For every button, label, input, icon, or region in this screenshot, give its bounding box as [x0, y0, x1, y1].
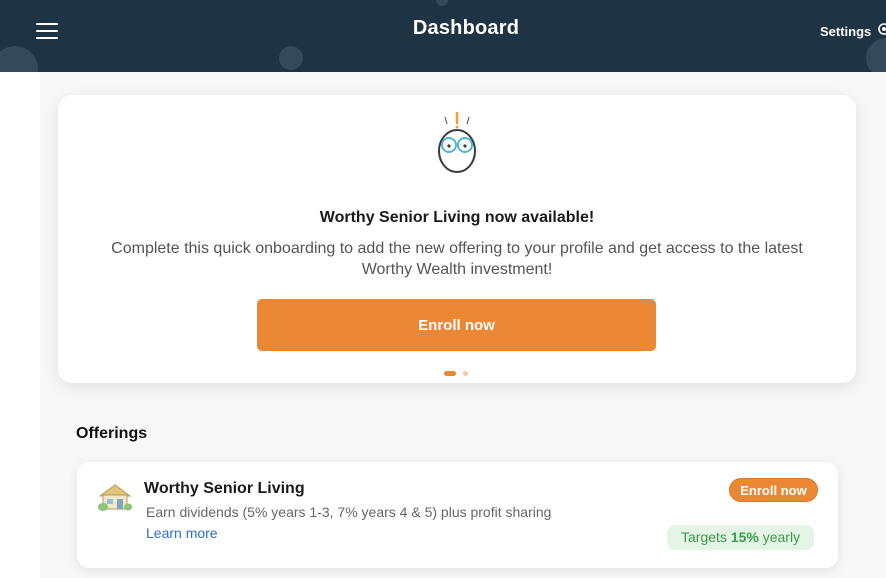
announcement-title: Worthy Senior Living now available!: [319, 209, 595, 226]
settings-button[interactable]: Settings: [820, 22, 886, 41]
page-title: Dashboard: [412, 17, 520, 39]
target-suffix: yearly: [762, 529, 801, 545]
gear-icon: [877, 22, 886, 41]
target-return-badge: Targets 15% yearly: [667, 525, 815, 550]
offering-description: Earn dividends (5% years 1-3, 7% years 4…: [146, 504, 552, 520]
header-decoration: [0, 46, 38, 72]
announcement-card: Worthy Senior Living now available! Comp…: [58, 95, 856, 383]
settings-label: Settings: [820, 24, 872, 39]
offerings-heading: Offerings: [76, 425, 148, 442]
offering-name: Worthy Senior Living: [144, 480, 305, 497]
carousel-dot[interactable]: [463, 371, 468, 376]
enroll-now-button[interactable]: Enroll now: [257, 299, 656, 351]
offering-card: Worthy Senior Living Earn dividends (5% …: [77, 462, 838, 568]
header-decoration: [279, 46, 303, 70]
target-value: 15%: [730, 529, 759, 545]
target-prefix: Targets: [681, 529, 727, 545]
offering-enroll-button[interactable]: Enroll now: [729, 478, 818, 502]
top-header: Dashboard Settings: [0, 0, 886, 72]
announcement-text: Complete this quick onboarding to add th…: [111, 240, 803, 278]
header-decoration: [436, 0, 448, 6]
house-icon: [97, 482, 133, 517]
left-gutter: [0, 72, 40, 578]
owl-with-glasses-icon: [434, 111, 480, 180]
header-decoration: [866, 38, 886, 72]
learn-more-link[interactable]: Learn more: [146, 525, 218, 541]
carousel-dot-active[interactable]: [444, 371, 456, 376]
